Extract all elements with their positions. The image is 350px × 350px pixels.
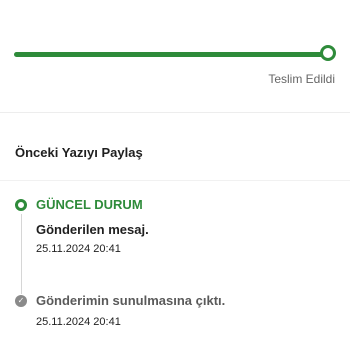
delivery-progress-bar [14, 45, 336, 61]
section-divider-2 [0, 180, 350, 181]
check-circle-icon: ✓ [15, 295, 27, 307]
share-previous-post-title[interactable]: Önceki Yazıyı Paylaş [15, 145, 143, 160]
delivered-status-label: Teslim Edildi [268, 72, 335, 86]
top-cutoff-text [22, 0, 132, 2]
section-divider [0, 112, 350, 113]
timeline-connector [21, 214, 22, 294]
current-status-date: 25.11.2024 20:41 [36, 243, 121, 255]
progress-track [14, 52, 324, 57]
previous-status-message: Gönderimin sunulmasına çıktı. [36, 293, 226, 308]
radio-ring-icon [15, 199, 27, 211]
current-status-title: GÜNCEL DURUM [36, 197, 143, 212]
previous-status-date: 25.11.2024 20:41 [36, 316, 121, 328]
progress-end-knob [320, 45, 336, 61]
current-status-message: Gönderilen mesaj. [36, 222, 149, 237]
